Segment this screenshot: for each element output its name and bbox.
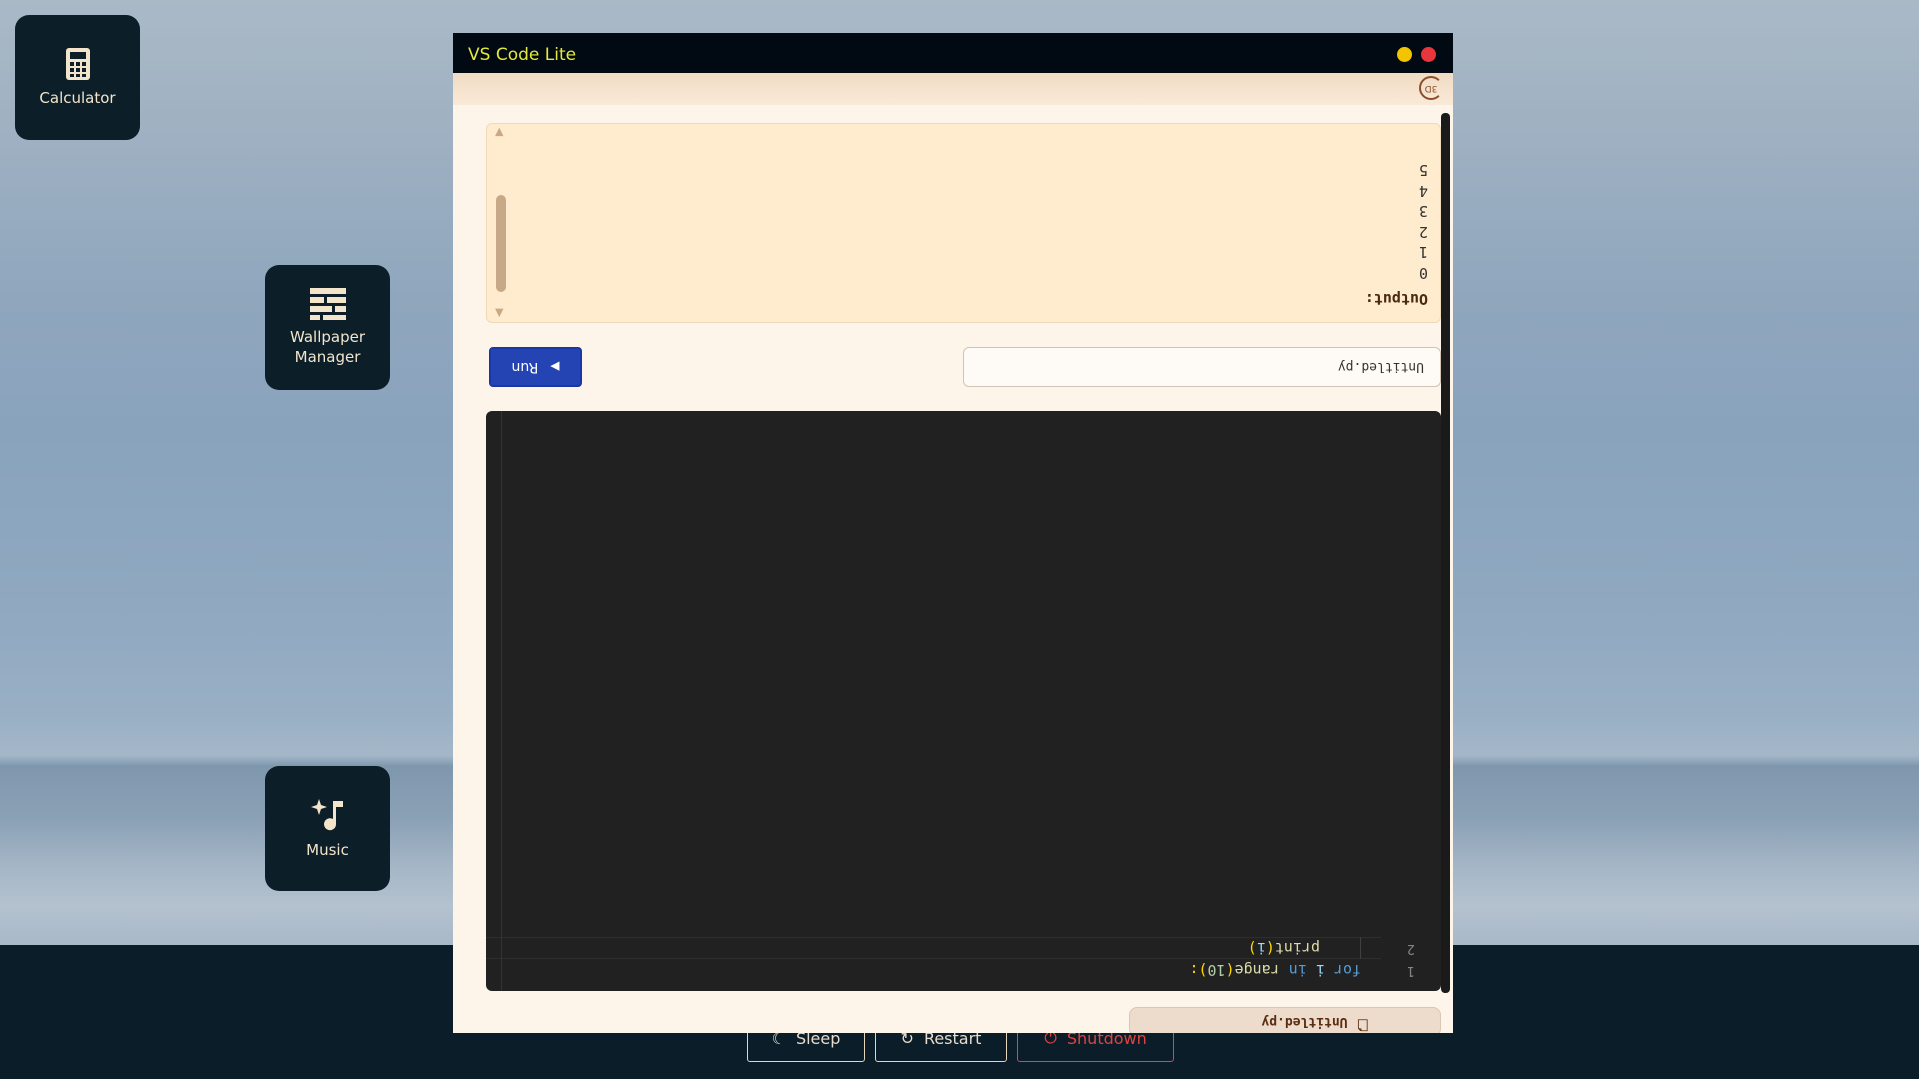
run-button[interactable]: ▶ Run: [489, 347, 582, 387]
output-line: 0: [1418, 264, 1428, 282]
line-number: 1: [1407, 963, 1415, 978]
output-line: 1: [1418, 243, 1428, 261]
calculator-label: Calculator: [39, 88, 116, 107]
editor-scrollbar[interactable]: [486, 411, 502, 991]
paren: (: [1225, 961, 1235, 979]
output-line: 4: [1418, 182, 1428, 200]
play-icon: ▶: [550, 360, 560, 374]
close-button[interactable]: [1421, 47, 1436, 62]
number: 10: [1207, 961, 1226, 979]
code-editor[interactable]: 1 for i in range(10): 2 print(i): [486, 411, 1441, 991]
wallpaper-manager-app-icon[interactable]: Wallpaper Manager: [265, 265, 390, 390]
variable: i: [1256, 939, 1266, 957]
keyword: in: [1288, 961, 1307, 979]
output-line: 2: [1418, 223, 1428, 241]
music-app-icon[interactable]: Music: [265, 766, 390, 891]
window-scrollbar[interactable]: [1439, 78, 1453, 1033]
scroll-down-arrow-icon[interactable]: ▼: [495, 126, 503, 139]
filename-value: Untitled.py: [1337, 359, 1424, 375]
output-scrollbar-thumb[interactable]: [496, 195, 506, 292]
paren: ):: [1189, 961, 1208, 979]
music-label: Music: [306, 840, 349, 859]
wallpaper-manager-label: Wallpaper Manager: [289, 328, 366, 366]
file-icon: 🗋: [1357, 1016, 1368, 1031]
function: range: [1234, 961, 1280, 979]
line-code: for i in range(10):: [1189, 959, 1361, 981]
calculator-icon: [65, 47, 90, 80]
variable: i: [1315, 961, 1325, 979]
vscode-window: VS Code Lite 🗋 Untitled.py 1 for i in ra…: [453, 33, 1453, 1033]
calculator-app-icon[interactable]: Calculator: [15, 15, 140, 140]
scroll-up-arrow-icon[interactable]: ▲: [495, 307, 503, 320]
filename-input[interactable]: Untitled.py: [963, 347, 1441, 387]
output-panel: Output: 0 1 2 3 4 5 ▲ ▼: [486, 123, 1441, 323]
tab-label: Untitled.py: [1261, 1014, 1348, 1030]
wallpaper-brick-icon: [309, 288, 346, 320]
window-title: VS Code Lite: [468, 45, 577, 65]
output-line: 3: [1418, 202, 1428, 220]
output-line: 5: [1418, 161, 1428, 179]
window-titlebar[interactable]: VS Code Lite: [453, 33, 1453, 78]
code-line: 2 print(i): [486, 937, 1441, 959]
view-3d-label: 3D: [1424, 83, 1438, 93]
line-code: print(i): [1247, 937, 1361, 959]
function: print: [1274, 939, 1320, 957]
music-note-icon: [310, 798, 343, 830]
output-label: Output:: [1364, 290, 1428, 308]
window-content: 🗋 Untitled.py 1 for i in range(10): 2 pr…: [453, 73, 1453, 1033]
paren: ): [1247, 939, 1257, 957]
line-number: 2: [1407, 941, 1415, 956]
keyword: for: [1333, 961, 1361, 979]
window-toolbar-strip: 3D: [453, 73, 1453, 105]
tab-untitled[interactable]: 🗋 Untitled.py: [1129, 1007, 1441, 1033]
code-line: 1 for i in range(10):: [486, 959, 1441, 981]
minimize-button[interactable]: [1397, 47, 1412, 62]
run-label: Run: [511, 359, 539, 375]
paren: (: [1265, 939, 1275, 957]
